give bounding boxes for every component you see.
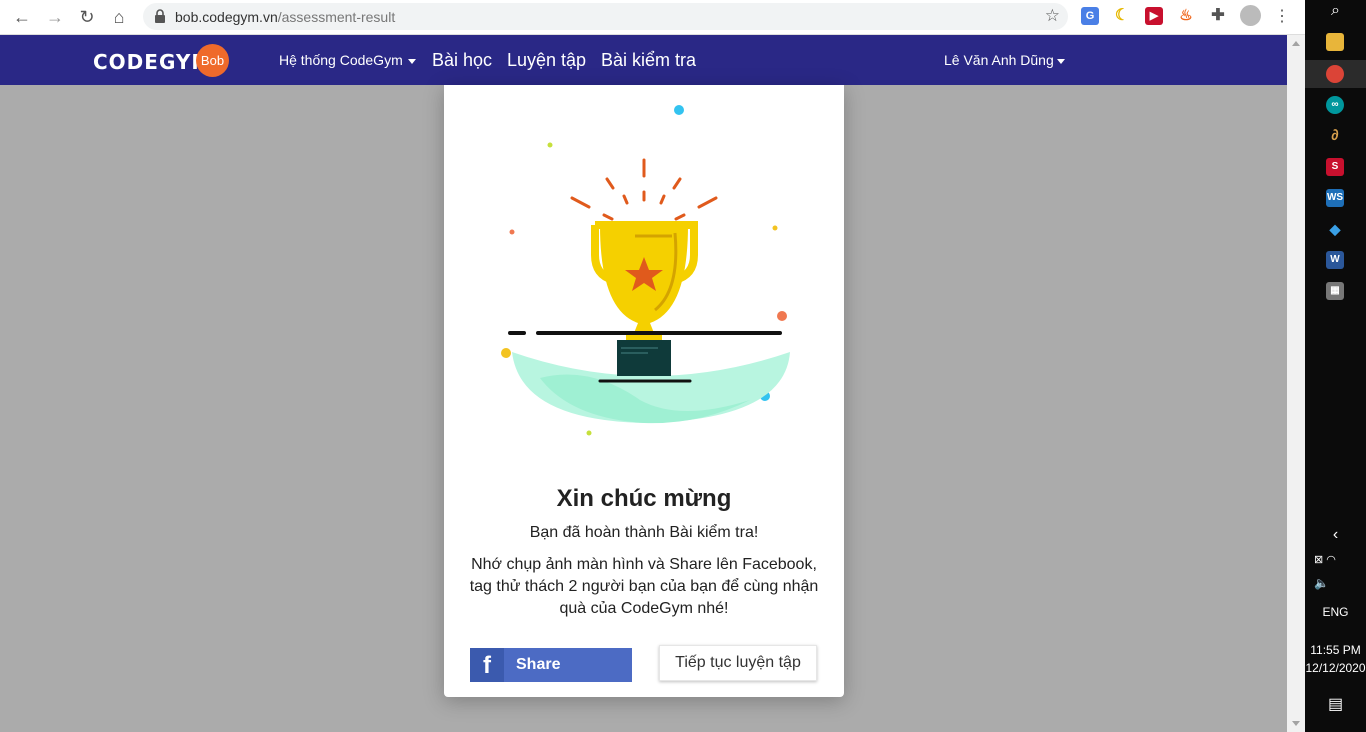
extensions-puzzle-icon[interactable]: ✚ — [1209, 7, 1227, 25]
address-bar[interactable]: bob.codegym.vn/assessment-result ☆ — [143, 3, 1068, 30]
site-navbar: CODEGYM Bob Hệ thống CodeGym Bài học Luy… — [0, 35, 1287, 85]
file-explorer-icon[interactable] — [1326, 33, 1344, 51]
browser-menu-icon[interactable]: ⋮ — [1271, 6, 1293, 28]
trophy-illustration — [501, 105, 790, 436]
language-indicator[interactable]: ENG — [1305, 605, 1366, 619]
back-icon[interactable]: ← — [11, 6, 33, 28]
modal-subtitle: Bạn đã hoàn thành Bài kiểm tra! — [529, 524, 759, 541]
moon-extension-icon[interactable]: ☾ — [1113, 7, 1131, 25]
solidworks-icon[interactable]: S — [1326, 158, 1344, 176]
browser-window: ← → ↻ ⌂ bob.codegym.vn/assessment-result… — [0, 0, 1305, 732]
chevron-left-icon[interactable]: ‹ — [1305, 526, 1366, 544]
home-icon[interactable]: ⌂ — [108, 6, 130, 28]
git-icon[interactable]: ◆ — [1326, 220, 1344, 238]
video-extension-icon[interactable]: ▶ — [1145, 7, 1163, 25]
nav-item-codegym-system[interactable]: Hệ thống CodeGym — [279, 35, 416, 85]
nav-item-tests[interactable]: Bài kiểm tra — [601, 35, 696, 85]
bookmark-star-icon[interactable]: ☆ — [1045, 6, 1060, 26]
modal-title: Xin chúc mừng — [556, 485, 732, 512]
continue-practice-button[interactable]: Tiếp tục luyện tập — [659, 645, 817, 681]
volume-icon[interactable]: 🔈 — [1305, 576, 1366, 590]
nav-item-lessons[interactable]: Bài học — [432, 35, 492, 85]
reload-icon[interactable]: ↻ — [76, 6, 98, 28]
chrome-icon[interactable] — [1326, 65, 1344, 83]
arduino-icon[interactable]: ∞ — [1326, 96, 1344, 114]
facebook-icon: f — [470, 648, 504, 682]
chevron-down-icon — [407, 58, 416, 64]
logo-text: CODEGYM — [93, 50, 213, 74]
notification-icon[interactable]: ▤ — [1305, 694, 1366, 714]
webstorm-icon[interactable]: WS — [1326, 189, 1344, 207]
scroll-up-icon[interactable] — [1292, 41, 1300, 46]
calculator-icon[interactable]: ▦ — [1326, 282, 1344, 300]
word-icon[interactable]: W — [1326, 251, 1344, 269]
chevron-down-icon — [1056, 58, 1065, 64]
share-label: Share — [516, 656, 561, 673]
modal-body-text: Nhớ chụp ảnh màn hình và Share lên Faceb… — [469, 556, 819, 617]
browser-toolbar: ← → ↻ ⌂ bob.codegym.vn/assessment-result… — [0, 0, 1305, 35]
search-icon[interactable]: ⌕ — [1305, 2, 1366, 20]
user-menu[interactable]: Lê Văn Anh Dũng — [944, 35, 1065, 85]
page-scrollbar[interactable] — [1287, 35, 1305, 732]
fire-extension-icon[interactable]: ♨ — [1177, 7, 1195, 25]
scroll-down-icon[interactable] — [1292, 721, 1300, 726]
clock-date[interactable]: 12/12/2020 — [1305, 661, 1366, 675]
url-text: bob.codegym.vn/assessment-result — [175, 9, 396, 25]
clock-time[interactable]: 11:55 PM — [1305, 643, 1366, 657]
nav-item-practice[interactable]: Luyện tập — [507, 35, 586, 85]
windows-taskbar: ⌕ ∞ ∂ S WS ◆ W ▦ ‹ ⊠ ◠ 🔈 ENG 11:55 PM 12… — [1305, 0, 1366, 732]
facebook-share-button[interactable]: f Share — [470, 648, 632, 682]
lock-icon — [155, 9, 165, 23]
logo-badge: Bob — [196, 44, 229, 77]
forward-icon[interactable]: → — [44, 6, 66, 28]
app-icon[interactable]: ∂ — [1326, 127, 1344, 145]
profile-avatar-icon[interactable] — [1240, 5, 1261, 26]
result-modal: Xin chúc mừng Bạn đã hoàn thành Bài kiểm… — [444, 85, 844, 697]
network-icon[interactable]: ⊠ ◠ — [1305, 553, 1366, 566]
translate-extension-icon[interactable]: G — [1081, 7, 1099, 25]
